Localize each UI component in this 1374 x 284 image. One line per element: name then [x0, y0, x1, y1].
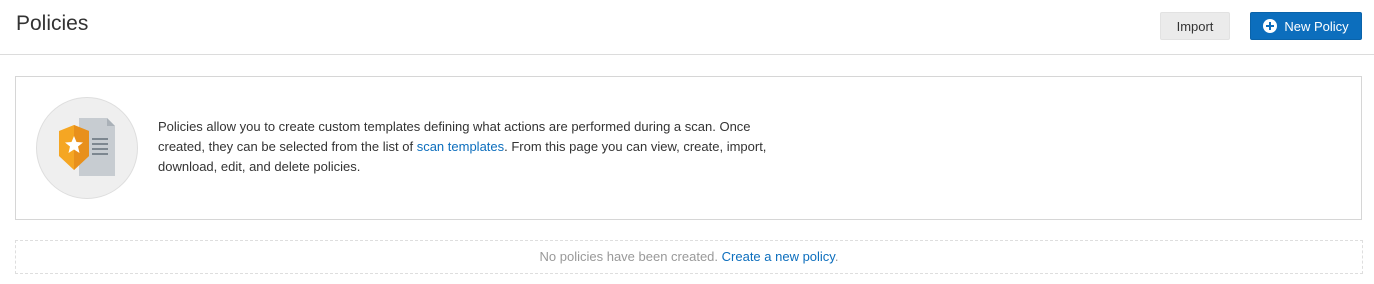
policies-info-panel: Policies allow you to create custom temp…	[15, 76, 1362, 220]
new-policy-button[interactable]: New Policy	[1250, 12, 1362, 40]
import-button[interactable]: Import	[1160, 12, 1230, 40]
create-new-policy-link[interactable]: Create a new policy	[722, 249, 835, 264]
plus-circle-icon	[1263, 19, 1278, 33]
page-header: Policies Import New Policy	[0, 0, 1374, 55]
empty-state-suffix: .	[834, 249, 839, 264]
scan-templates-link[interactable]: scan templates	[417, 139, 504, 154]
policy-document-icon	[36, 97, 138, 199]
new-policy-button-label: New Policy	[1284, 18, 1349, 34]
page-title: Policies	[16, 12, 89, 35]
empty-state-message: No policies have been created.	[539, 249, 722, 264]
import-button-label: Import	[1176, 18, 1214, 34]
empty-state: No policies have been created. Create a …	[15, 240, 1363, 274]
policies-description: Policies allow you to create custom temp…	[158, 117, 768, 177]
